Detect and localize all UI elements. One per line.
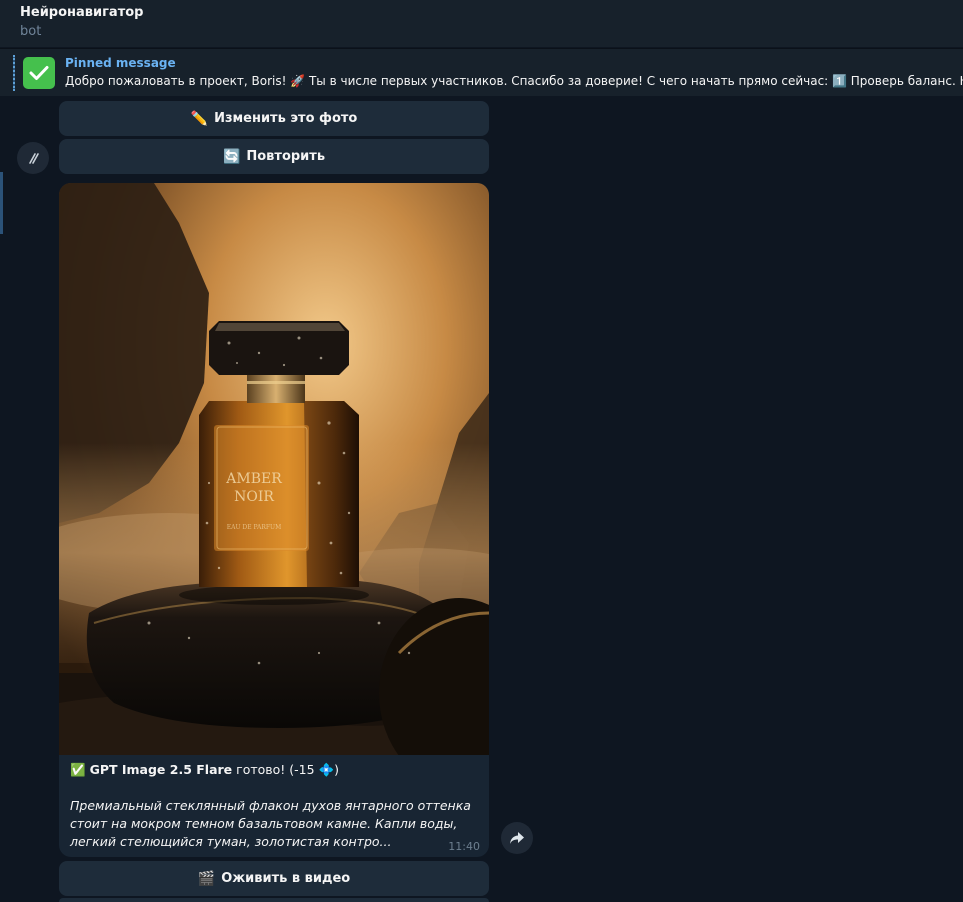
model-name: GPT Image 2.5 Flare <box>89 762 233 777</box>
diamond-icon: 💠 <box>318 762 335 777</box>
retry-label: Повторить <box>246 149 326 164</box>
chat-header[interactable]: Нейронавигатор bot <box>0 0 963 47</box>
message-bubble[interactable]: AMBER NOIR EAU DE PARFUM ✅ GPT Image 2.5… <box>59 183 489 857</box>
clapper-icon: 🎬 <box>197 870 216 887</box>
status-line: ✅ GPT Image 2.5 Flare готово! (-15 💠) <box>70 761 480 779</box>
generated-photo[interactable]: AMBER NOIR EAU DE PARFUM <box>59 183 489 755</box>
edit-photo-label: Изменить это фото <box>214 111 358 126</box>
selection-strip <box>0 172 3 234</box>
retry-button[interactable]: 🔄 Повторить <box>59 139 489 174</box>
animate-video-label: Оживить в видео <box>221 871 351 886</box>
edit-photo-button[interactable]: ✏️ Изменить это фото <box>59 101 489 136</box>
bottle-label-line1: AMBER <box>225 471 282 487</box>
status-text: готово! (-15 <box>232 762 319 777</box>
retry-icon: 🔄 <box>222 148 241 165</box>
image-description: Премиальный стеклянный флакон духов янта… <box>70 798 471 849</box>
checkmark-emoji-icon: ✅ <box>70 762 86 777</box>
pinned-indicator <box>13 55 15 91</box>
animate-video-button[interactable]: 🎬 Оживить в видео <box>59 861 489 896</box>
chat-subtitle: bot <box>20 24 42 39</box>
check-icon <box>23 57 55 89</box>
pinned-text: Добро пожаловать в проект, Boris! 🚀 Ты в… <box>65 74 963 88</box>
pinned-title: Pinned message <box>65 56 176 70</box>
next-button-edge[interactable] <box>59 898 489 902</box>
pinned-message-bar[interactable]: Pinned message Добро пожаловать в проект… <box>0 48 963 96</box>
status-close: ) <box>334 762 340 777</box>
message-caption: ✅ GPT Image 2.5 Flare готово! (-15 💠) Пр… <box>70 761 480 851</box>
bottle-label-line3: EAU DE PARFUM <box>227 524 281 531</box>
forward-button[interactable] <box>501 822 533 854</box>
scroll-down-icon <box>29 153 39 164</box>
bottle-label-line2: NOIR <box>234 489 274 505</box>
chat-title: Нейронавигатор <box>20 5 144 20</box>
scroll-down-button[interactable] <box>17 142 49 174</box>
forward-arrow-icon <box>510 832 524 844</box>
message-time: 11:40 <box>448 840 480 853</box>
pencil-icon: ✏️ <box>190 110 209 127</box>
